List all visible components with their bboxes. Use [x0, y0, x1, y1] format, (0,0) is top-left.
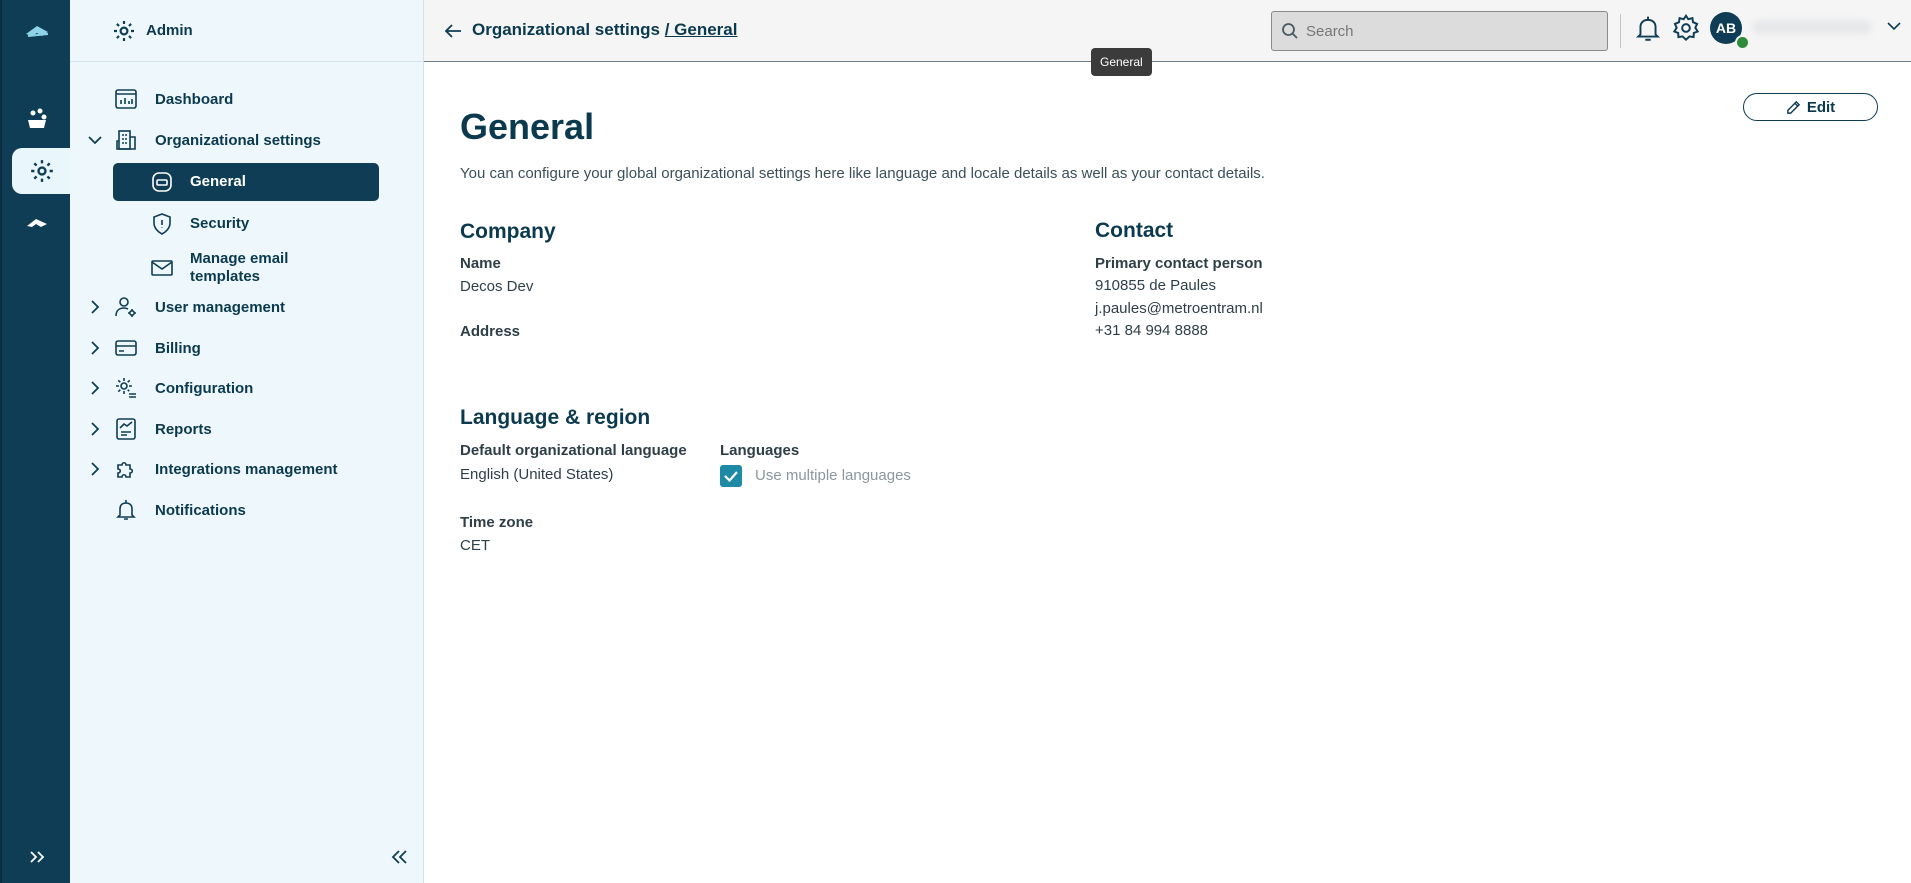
company-name-label: Name — [460, 255, 501, 272]
contact-email: j.paules@metroentram.nl — [1095, 300, 1263, 317]
search-input[interactable] — [1306, 12, 1596, 50]
checkmark-icon — [724, 471, 738, 483]
sidebar-item-label: Configuration — [155, 379, 254, 397]
sidebar-item-user-management[interactable]: User management — [70, 289, 424, 325]
sidebar-item-label: Dashboard — [155, 90, 234, 108]
edit-button-label: Edit — [1806, 98, 1836, 116]
admin-sidebar: Admin Dashboard Organizational settings … — [70, 0, 424, 883]
mail-icon — [150, 256, 174, 280]
sidebar-item-billing[interactable]: Billing — [70, 330, 424, 366]
sidebar-subitem-security[interactable]: Security — [113, 205, 379, 243]
admin-gear-icon — [112, 19, 136, 43]
default-language-value: English (United States) — [460, 466, 614, 483]
company-heading: Company — [460, 220, 556, 243]
user-menu-chevron-icon[interactable] — [1886, 18, 1902, 34]
report-icon — [114, 417, 138, 441]
sidebar-subitem-general[interactable]: General — [113, 163, 379, 201]
collapse-sidebar-icon[interactable] — [390, 848, 412, 870]
contact-person-label: Primary contact person — [1095, 255, 1263, 272]
app-logo-icon[interactable] — [2, 8, 72, 54]
configuration-icon — [114, 376, 138, 400]
notifications-bell-icon[interactable] — [1635, 15, 1661, 43]
main-content: General Edit You can configure your glob… — [424, 62, 1911, 883]
puzzle-icon — [114, 457, 138, 481]
app-rail — [0, 0, 72, 883]
language-region-heading: Language & region — [460, 406, 651, 429]
sidebar-item-integrations-management[interactable]: Integrations management — [70, 451, 424, 487]
sidebar-item-configuration[interactable]: Configuration — [70, 370, 424, 406]
chevron-right-icon[interactable] — [87, 421, 103, 437]
edit-button[interactable]: Edit — [1743, 93, 1878, 121]
sidebar-subitem-label: General — [190, 173, 246, 190]
divider — [1620, 14, 1621, 48]
credit-card-icon — [114, 336, 138, 360]
sidebar-item-organizational-settings[interactable]: Organizational settings — [70, 122, 424, 158]
sidebar-title: Admin — [146, 22, 193, 39]
breadcrumb: Organizational settings / General — [472, 20, 737, 40]
search-box — [1271, 11, 1608, 51]
building-icon — [114, 128, 138, 152]
back-arrow-icon[interactable] — [442, 20, 464, 42]
username-redacted — [1752, 20, 1872, 34]
chevron-right-icon[interactable] — [87, 340, 103, 356]
languages-label: Languages — [720, 442, 800, 459]
sidebar-item-dashboard[interactable]: Dashboard — [70, 81, 424, 117]
sidebar-item-label: User management — [155, 298, 286, 316]
chevron-right-icon[interactable] — [87, 380, 103, 396]
user-settings-icon — [114, 295, 138, 319]
breadcrumb-tooltip: General — [1091, 48, 1152, 76]
contact-phone: +31 84 994 8888 — [1095, 322, 1209, 339]
dashboard-icon — [114, 87, 138, 111]
chevron-down-icon[interactable] — [87, 132, 103, 148]
shield-icon — [150, 212, 174, 236]
sidebar-item-label: Integrations management — [155, 460, 338, 478]
sidebar-item-label: Reports — [155, 420, 212, 438]
modules-icon[interactable] — [2, 96, 72, 142]
use-multiple-languages-label: Use multiple languages — [755, 467, 911, 484]
sidebar-item-label: Billing — [155, 339, 201, 357]
chevron-right-icon[interactable] — [87, 461, 103, 477]
bell-icon — [114, 498, 138, 522]
company-address-label: Address — [460, 323, 521, 340]
general-settings-icon — [150, 170, 174, 194]
presence-status-dot — [1735, 35, 1750, 50]
breadcrumb-parent[interactable]: Organizational settings — [472, 20, 660, 39]
settings-gear-icon[interactable] — [1672, 14, 1700, 42]
sidebar-item-notifications[interactable]: Notifications — [70, 492, 424, 528]
cloud-icon[interactable] — [2, 200, 72, 246]
page-title: General — [460, 106, 595, 147]
contact-heading: Contact — [1095, 219, 1174, 242]
sidebar-item-label: Organizational settings — [155, 131, 321, 149]
sidebar-item-reports[interactable]: Reports — [70, 411, 424, 447]
page-description: You can configure your global organizati… — [460, 165, 1265, 182]
sidebar-header: Admin — [70, 0, 423, 62]
sidebar-item-label: Notifications — [155, 501, 246, 519]
breadcrumb-current[interactable]: / General — [665, 20, 738, 39]
expand-rail-icon[interactable] — [2, 834, 72, 880]
contact-person-name: 910855 de Paules — [1095, 277, 1216, 294]
chevron-right-icon[interactable] — [87, 299, 103, 315]
time-zone-label: Time zone — [460, 514, 534, 531]
search-icon — [1281, 22, 1299, 40]
sidebar-subitem-label: Security — [190, 215, 250, 232]
default-language-label: Default organizational language — [460, 442, 687, 459]
top-bar: Organizational settings / General Genera… — [424, 0, 1911, 76]
admin-settings-icon[interactable] — [12, 148, 72, 194]
sidebar-subitem-label: Manage email templates — [190, 250, 289, 285]
use-multiple-languages-checkbox[interactable] — [720, 465, 742, 487]
company-name-value: Decos Dev — [460, 278, 534, 295]
time-zone-value: CET — [460, 537, 490, 554]
pencil-icon — [1786, 100, 1801, 115]
sidebar-subitem-manage-email-templates[interactable]: Manage email templates — [113, 247, 379, 289]
